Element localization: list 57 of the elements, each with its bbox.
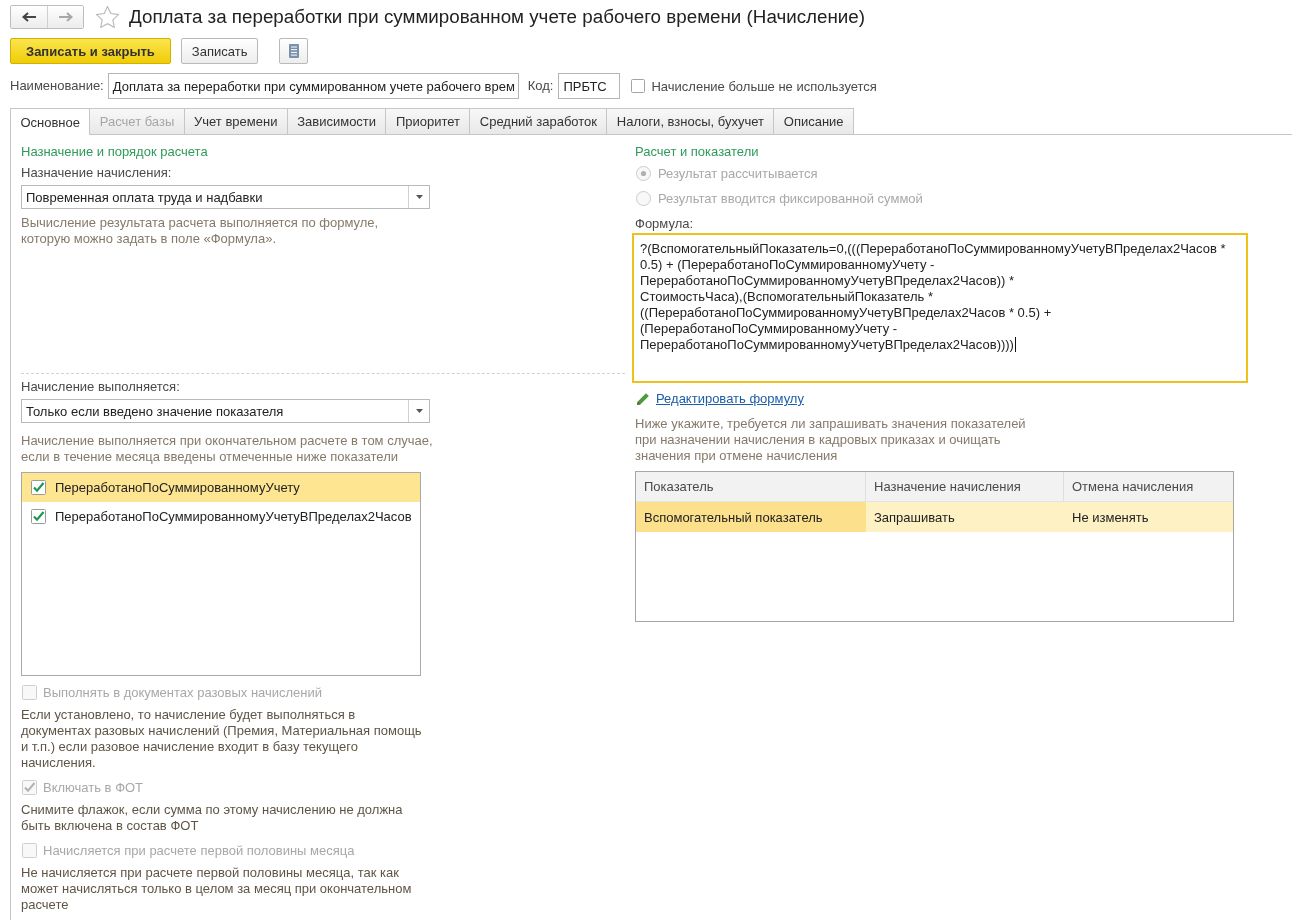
tab[interactable]: Приоритет	[385, 108, 470, 134]
checkbox[interactable]	[31, 509, 46, 524]
table-cell-text: Не изменять	[1071, 508, 1150, 527]
radio-label: Результат вводится фиксированной суммой	[658, 190, 923, 206]
hint-text: Если установлено, то начисление будет выполняться в документах разовых начислений (Премия, Материальная помощь и т.п.) если разовое начисление входит в базу текущего начисления.	[21, 707, 422, 771]
column-header[interactable]: Назначение начисления	[866, 472, 1064, 501]
document-list-button[interactable]	[279, 38, 309, 64]
field-label: Формула:	[635, 216, 694, 232]
section-title: Назначение и порядок расчета	[21, 144, 208, 160]
hint-text: Вычисление результата расчета выполняется по формуле, которую можно задать в поле «Формула».	[21, 215, 379, 247]
text-cursor-icon	[1014, 337, 1016, 352]
hint-text: Ниже укажите, требуется ли запрашивать значения показателей при назначении начисления в кадровых приказах и очищать значения при отмене начисления	[635, 416, 1026, 464]
table-cell-text: Запрашивать	[873, 508, 956, 527]
checkbox-label: Начисляется при расчете первой половины месяца	[43, 842, 355, 858]
formula-field[interactable]: ?(ВспомогательныйПоказатель=0,(((ПереработаноПоСуммированномуУчетуВПределах2Часов * 0.5) + (ПереработаноПоСуммированномуУчету - ПереработаноПоСуммированномуУчетуВПределах2Часов)) * СтоимостьЧаса),(ВспомогательныйПоказатель * ((ПереработаноПоСуммированномуУчетуВПределах2Часов * 0.5) + (ПереработаноПоСуммированномуУчету - ПереработаноПоСуммированномуУчетуВПределах2Часов))))	[632, 233, 1248, 383]
caret-down-icon	[415, 195, 423, 199]
back-button[interactable]	[11, 6, 47, 28]
table-cell: Вспомогательный показатель	[636, 502, 866, 532]
checkbox[interactable]	[631, 79, 646, 93]
save-button[interactable]: Записать	[180, 38, 259, 64]
radio-label: Результат рассчитывается	[658, 165, 818, 181]
checkbox-label: Начисление больше не используется	[651, 78, 877, 94]
tab[interactable]: Учет времени	[183, 108, 287, 134]
list-item[interactable]: ПереработаноПоСуммированномуУчетуВПределах2Часов	[22, 502, 420, 531]
checkbox-label: Включать в ФОТ	[43, 779, 144, 795]
tab[interactable]: Налоги, взносы, бухучет	[606, 108, 774, 134]
field-label: Назначение начисления:	[21, 165, 172, 181]
column-header[interactable]: Показатель	[636, 472, 866, 501]
arrow-left-icon	[22, 12, 36, 22]
name-field[interactable]: Доплата за переработки при суммированном учете рабочего врем	[107, 73, 519, 99]
field-label: Код:	[527, 78, 554, 94]
hint-text: Начисление выполняется при окончательном расчете в том случае, если в течение месяца введены отмеченные ниже показатели	[21, 433, 433, 465]
edit-formula-link[interactable]: Редактировать формулу	[656, 391, 804, 407]
dropdown-field[interactable]: Только если введено значение показателя	[21, 399, 430, 423]
tab[interactable]: Средний заработок	[469, 108, 607, 134]
section-title: Расчет и показатели	[635, 144, 759, 160]
caret-down-icon	[415, 409, 423, 413]
field-label: Наименование:	[10, 78, 104, 94]
checkbox[interactable]	[31, 480, 46, 495]
tab[interactable]: Зависимости	[286, 108, 386, 134]
field-label: Начисление выполняется:	[21, 379, 180, 395]
list-item[interactable]: ПереработаноПоСуммированномуУчету	[22, 473, 420, 502]
save-and-close-button[interactable]: Записать и закрыть	[10, 38, 171, 64]
window-title: Доплата за переработки при суммированном учете рабочего времени (Начисление)	[129, 6, 866, 28]
hint-text: Не начисляется при расчете первой половины месяца, так как может начисляться только в целом за месяц при окончательном расчете	[21, 865, 412, 913]
hint-text: Снимите флажок, если сумма по этому начислению не должна быть включена в состав ФОТ	[21, 802, 403, 834]
code-field[interactable]: ПРБТС	[558, 73, 621, 99]
star-icon[interactable]	[96, 6, 119, 28]
tab[interactable]: Описание	[773, 108, 854, 134]
table-row[interactable]: Вспомогательный показатель Запрашивать Не изменять	[636, 502, 1233, 532]
checkbox-label: Выполнять в документах разовых начислений	[43, 684, 323, 700]
column-header[interactable]: Отмена начисления	[1064, 472, 1233, 501]
dropdown-field[interactable]: Повременная оплата труда и надбавки	[21, 185, 430, 209]
list-icon	[288, 44, 299, 58]
tab[interactable]: Основное	[10, 108, 90, 135]
arrow-right-icon	[58, 12, 73, 22]
pencil-icon	[636, 392, 650, 406]
